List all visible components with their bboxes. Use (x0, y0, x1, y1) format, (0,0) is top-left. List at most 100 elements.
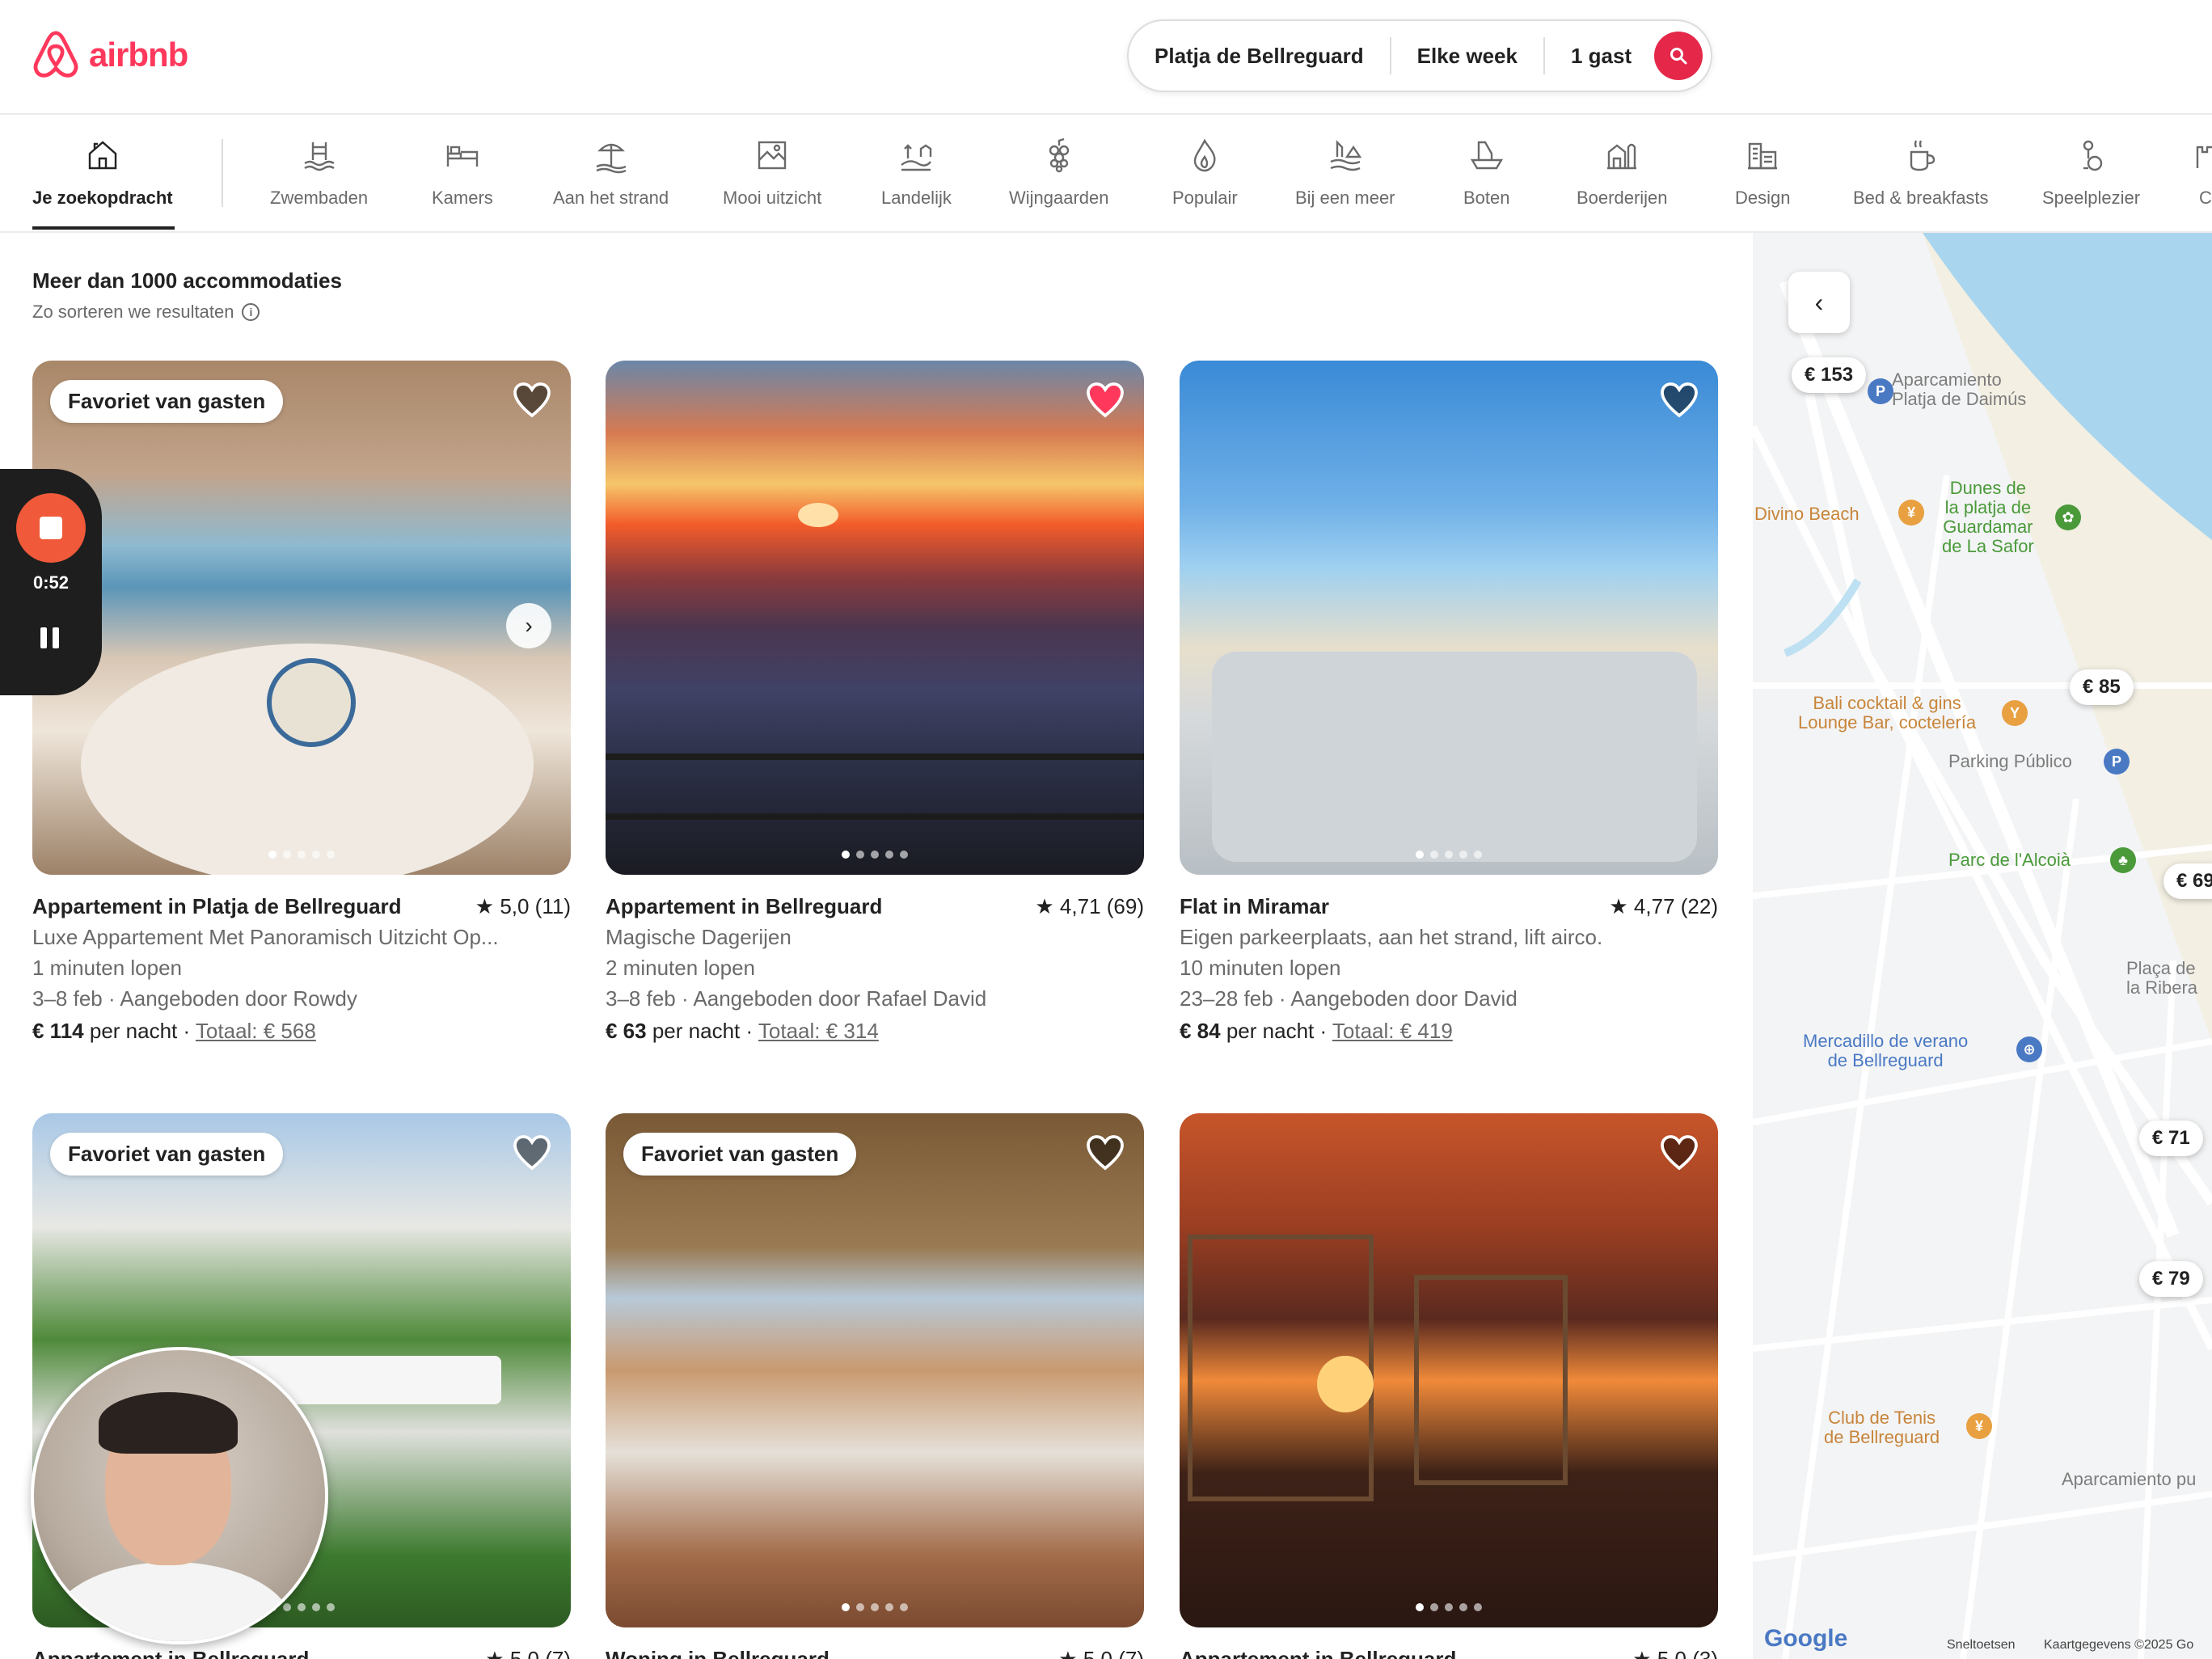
restaurant-icon[interactable]: ¥ (1898, 500, 1924, 526)
category-boten[interactable]: Boten (1463, 136, 1510, 209)
heart-icon[interactable] (1660, 1134, 1699, 1173)
stop-recording-button[interactable] (16, 493, 86, 563)
category-design[interactable]: Design (1735, 136, 1790, 209)
airbnb-logo-icon (33, 31, 78, 78)
listing-card[interactable]: Flat in Miramar ★ 4,77 (22) Eigen parkee… (1180, 361, 1718, 1046)
search-bar[interactable]: Platja de Bellreguard Elke week 1 gast (1127, 19, 1712, 92)
category-zwembaden[interactable]: Zwembaden (270, 136, 368, 209)
poi-bali-cocktail[interactable]: Bali cocktail & gins Lounge Bar, coctele… (1798, 694, 1976, 732)
listing-title: Appartement in Bellreguard (32, 1647, 310, 1659)
listing-photo[interactable]: Favoriet van gasten (606, 1113, 1144, 1627)
star-icon: ★ (1035, 894, 1054, 918)
heart-icon[interactable] (1086, 382, 1125, 420)
search-guests[interactable]: 1 gast (1545, 44, 1657, 69)
guest-favorite-badge: Favoriet van gasten (50, 1133, 284, 1176)
map-panel[interactable]: ‹ € 153 € 85 € 69 € 71 € 79 P Aparcamien… (1753, 233, 2212, 1659)
category-bij-een-meer[interactable]: Bij een meer (1295, 136, 1395, 209)
category-aan-het-strand[interactable]: Aan het strand (553, 136, 669, 209)
park-icon[interactable]: ✿ (2055, 504, 2081, 530)
listing-card[interactable]: Appartement in Bellreguard ★ 5,0 (3) (1180, 1113, 1718, 1659)
collapse-map-button[interactable]: ‹ (1788, 272, 1850, 333)
heart-icon[interactable] (513, 382, 551, 420)
poi-dunes[interactable]: Dunes de la platja de Guardamar de La Sa… (1942, 479, 2034, 556)
heart-icon[interactable] (1086, 1134, 1125, 1173)
listing-card[interactable]: Favoriet van gasten Woning in Bellreguar… (606, 1113, 1144, 1659)
category-populair[interactable]: Populair (1172, 136, 1238, 209)
category-speelplezier[interactable]: Speelplezier (2042, 136, 2140, 209)
listing-title: Appartement in Platja de Bellreguard (32, 894, 402, 918)
results-title: Meer dan 1000 accommodaties (32, 268, 342, 293)
category-mooi-uitzicht[interactable]: Mooi uitzicht (723, 136, 821, 209)
info-icon[interactable]: i (242, 303, 260, 321)
shopping-cart-icon[interactable]: ⊕ (2016, 1036, 2042, 1062)
listing-photo[interactable]: Favoriet van gasten › (32, 361, 571, 875)
bar-icon[interactable]: Y (2002, 700, 2028, 726)
parking-icon[interactable]: P (1868, 378, 1893, 404)
listing-card[interactable]: Favoriet van gasten › Appartement in Pla… (32, 361, 571, 1046)
category-label: Bij een meer (1295, 188, 1395, 208)
poi-placa-ribera[interactable]: Plaça de la Ribera (2126, 959, 2197, 998)
heart-icon[interactable] (513, 1134, 551, 1173)
poi-mercadillo[interactable]: Mercadillo de verano de Bellreguard (1803, 1032, 1968, 1070)
price-amount: € 114 (32, 1019, 84, 1043)
listing-photo[interactable] (1180, 1113, 1718, 1627)
category-label: Ca (2198, 188, 2212, 208)
category-kamers[interactable]: Kamers (432, 136, 493, 209)
listing-card[interactable]: Appartement in Bellreguard ★ 4,71 (69) M… (606, 361, 1144, 1046)
total-price-link[interactable]: Totaal: € 568 (196, 1019, 316, 1043)
heart-icon[interactable] (1660, 382, 1699, 420)
category-wijngaarden[interactable]: Wijngaarden (1009, 136, 1109, 209)
listing-rating: ★ 4,77 (22) (1609, 891, 1718, 922)
search-location[interactable]: Platja de Bellreguard (1129, 44, 1390, 69)
webcam-bubble[interactable] (31, 1347, 328, 1644)
listing-info: Flat in Miramar ★ 4,77 (22) Eigen parkee… (1180, 891, 1718, 1046)
listing-rating: ★ 5,0 (7) (1058, 1644, 1144, 1659)
parking-icon[interactable]: P (2104, 749, 2130, 775)
sort-note[interactable]: Zo sorteren we resultaten i (32, 302, 260, 323)
restaurant-icon[interactable]: ¥ (1966, 1413, 1992, 1439)
category-label: Design (1735, 188, 1791, 208)
category-boerderijen[interactable]: Boerderijen (1577, 136, 1668, 209)
airbnb-logo[interactable]: airbnb (32, 29, 188, 81)
keyboard-shortcuts-link[interactable]: Sneltoetsen (1947, 1638, 2016, 1653)
listing-subtitle: Luxe Appartement Met Panoramisch Uitzich… (32, 925, 499, 949)
next-photo-button[interactable]: › (506, 603, 551, 648)
listing-photo[interactable] (606, 361, 1144, 875)
poi-parc-alcoia[interactable]: Parc de l'Alcoià (1948, 851, 2071, 870)
search-button[interactable] (1654, 32, 1703, 80)
poi-parking-publico-2[interactable]: Aparcamiento pu (2062, 1470, 2196, 1489)
poi-parking-publico[interactable]: Parking Público (1948, 752, 2072, 771)
poi-club-tenis[interactable]: Club de Tenis de Bellreguard (1824, 1408, 1940, 1447)
poi-parking-daimus[interactable]: Aparcamiento Platja de Daimús (1892, 370, 2026, 409)
category-ca[interactable]: Ca (2191, 136, 2212, 209)
poi-divino-beach[interactable]: Divino Beach (1754, 504, 1860, 524)
tree-icon[interactable]: ♣ (2110, 847, 2136, 873)
recording-time: 0:52 (32, 572, 70, 593)
price-pin[interactable]: € 153 (1792, 357, 1867, 393)
listing-rating: ★ 5,0 (11) (475, 891, 571, 922)
total-price-link[interactable]: Totaal: € 419 (1332, 1019, 1453, 1043)
sun-shape (1317, 1356, 1374, 1412)
category-label: Zwembaden (270, 188, 369, 208)
map-data-attribution[interactable]: Kaartgegevens ©2025 Go (2044, 1638, 2193, 1653)
beach-icon (596, 143, 627, 174)
flame-icon (1194, 138, 1216, 172)
price-pin[interactable]: € 71 (2139, 1121, 2203, 1156)
category-bar: Je zoekopdracht Zwembaden Kamers Aan het… (0, 115, 2212, 233)
price-pin[interactable]: € 85 (2070, 669, 2134, 705)
listing-dates-host: 23–28 feb · Aangeboden door David (1180, 986, 1518, 1011)
category-landelijk[interactable]: Landelijk (881, 136, 952, 209)
category-je-zoekopdracht[interactable]: Je zoekopdracht (32, 136, 173, 209)
listing-photo[interactable] (1180, 361, 1718, 875)
total-price-link[interactable]: Totaal: € 314 (758, 1019, 879, 1043)
price-pin[interactable]: € 79 (2139, 1261, 2203, 1297)
listing-distance: 1 minuten lopen (32, 956, 183, 980)
pause-icon (40, 627, 47, 648)
listing-title: Flat in Miramar (1180, 894, 1329, 918)
listing-subtitle: Magische Dagerijen (606, 925, 792, 949)
listing-dates-host: 3–8 feb · Aangeboden door Rowdy (32, 986, 357, 1011)
search-dates[interactable]: Elke week (1391, 44, 1543, 69)
category-bed-breakfasts[interactable]: Bed & breakfasts (1853, 136, 1989, 209)
price-pin[interactable]: € 69 (2163, 863, 2212, 899)
pause-recording-button[interactable] (40, 627, 59, 648)
